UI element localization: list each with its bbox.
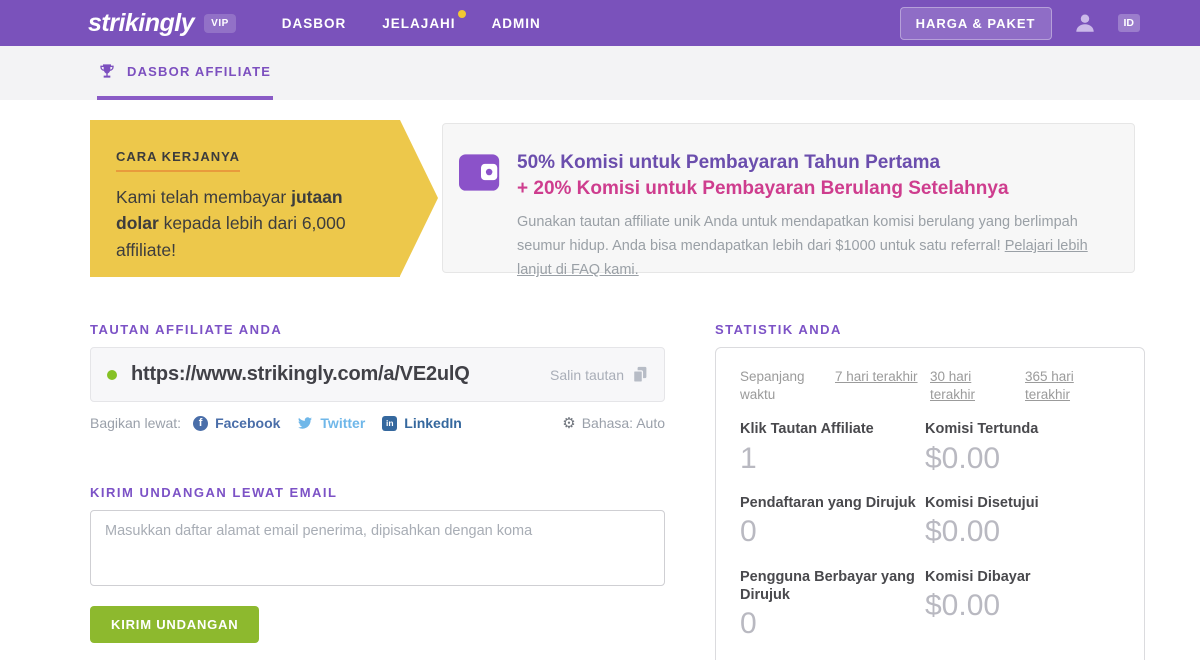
stat-referred-paid-users: Pengguna Berbayar yang Dirujuk 0: [740, 568, 925, 642]
copy-link-label: Salin tautan: [550, 366, 624, 383]
share-label: Bagikan lewat:: [90, 415, 182, 431]
copy-link-button[interactable]: Salin tautan: [550, 366, 648, 383]
affiliate-link-box: https://www.strikingly.com/a/VE2ulQ Sali…: [90, 347, 665, 402]
period-tab-all-time[interactable]: Sepanjang waktu: [740, 368, 827, 404]
stat-label: Pendaftaran yang Dirujuk: [740, 495, 916, 512]
user-icon[interactable]: [1074, 12, 1096, 34]
stat-referred-signups: Pendaftaran yang Dirujuk 0: [740, 494, 925, 550]
navbar-right: HARGA & PAKET ID: [899, 6, 1140, 40]
pricing-button[interactable]: HARGA & PAKET: [899, 6, 1052, 40]
right-column: STATISTIK ANDA Sepanjang waktu 7 hari te…: [715, 322, 1145, 660]
twitter-icon: [298, 417, 313, 429]
stat-label: Pengguna Berbayar yang Dirujuk: [740, 568, 915, 603]
stat-label: Komisi Dibayar: [925, 568, 1031, 585]
stat-approved-commission: Komisi Disetujui $0.00: [925, 494, 1120, 550]
share-row: Bagikan lewat: f Facebook Twitter in Lin…: [90, 415, 665, 431]
main-content: CARA KERJANYA Kami telah membayar jutaan…: [0, 100, 1200, 660]
period-tab-30-days[interactable]: 30 hari terakhir: [930, 368, 1017, 404]
stat-value: 0: [740, 606, 757, 640]
status-dot: [107, 369, 117, 380]
notification-dot: [457, 9, 466, 18]
facebook-icon: f: [193, 415, 209, 431]
language-setting[interactable]: ⚙ Bahasa: Auto: [562, 415, 665, 431]
stat-value: 1: [740, 441, 757, 475]
period-tab-7-days[interactable]: 7 hari terakhir: [835, 368, 922, 404]
nav-links: DASBOR JELAJAHI ADMIN: [282, 9, 541, 31]
left-column: TAUTAN AFFILIATE ANDA https://www.striki…: [90, 322, 665, 660]
promo-card: 50% Komisi untuk Pembayaran Tahun Pertam…: [442, 123, 1135, 278]
sub-navbar: DASBOR AFFILIATE: [0, 46, 1200, 100]
trophy-icon: [100, 64, 114, 78]
stat-link-clicks: Klik Tautan Affiliate 1: [740, 420, 925, 476]
how-it-works-row: CARA KERJANYA Kami telah membayar jutaan…: [90, 120, 1135, 278]
affiliate-link-title: TAUTAN AFFILIATE ANDA: [90, 322, 283, 337]
email-invite-title: KIRIM UNDANGAN LEWAT EMAIL: [90, 485, 338, 500]
affiliate-url: https://www.strikingly.com/a/VE2ulQ: [131, 363, 470, 385]
promo-heading-primary: 50% Komisi untuk Pembayaran Tahun Pertam…: [517, 152, 941, 173]
copy-icon: [632, 366, 647, 383]
stat-value: $0.00: [925, 515, 1001, 549]
stat-value: $0.00: [925, 588, 1001, 622]
tab-affiliate-dashboard[interactable]: DASBOR AFFILIATE: [97, 46, 274, 100]
tab-label: DASBOR AFFILIATE: [127, 63, 272, 79]
send-invite-button[interactable]: KIRIM UNDANGAN: [90, 606, 260, 643]
social-link-linkedin[interactable]: in LinkedIn: [382, 415, 462, 431]
stats-title: STATISTIK ANDA: [715, 322, 842, 337]
email-invite-section: KIRIM UNDANGAN LEWAT EMAIL KIRIM UNDANGA…: [90, 485, 665, 643]
gear-icon: ⚙: [562, 414, 576, 432]
how-it-works-banner: CARA KERJANYA Kami telah membayar jutaan…: [90, 120, 438, 277]
stat-value: $0.00: [925, 441, 1001, 475]
strikingly-logo[interactable]: strikingly: [88, 9, 195, 38]
promo-heading-secondary: + 20% Komisi untuk Pembayaran Berulang S…: [517, 177, 1009, 199]
stat-label: Komisi Tertunda: [925, 421, 1039, 438]
stats-grid: Klik Tautan Affiliate 1 Komisi Tertunda …: [740, 420, 1120, 641]
stat-paid-commission: Komisi Dibayar $0.00: [925, 568, 1120, 642]
social-link-facebook[interactable]: f Facebook: [193, 415, 280, 431]
banner-text: Kami telah membayar jutaan dolar kepada …: [116, 187, 346, 260]
social-link-twitter[interactable]: Twitter: [297, 415, 365, 431]
top-navbar: strikingly VIP DASBOR JELAJAHI ADMIN HAR…: [0, 0, 1200, 46]
stat-label: Klik Tautan Affiliate: [740, 421, 874, 438]
nav-item-jelajahi[interactable]: JELAJAHI: [382, 9, 466, 31]
banner-kicker: CARA KERJANYA: [116, 149, 241, 172]
locale-badge[interactable]: ID: [1117, 14, 1140, 32]
stat-pending-commission: Komisi Tertunda $0.00: [925, 420, 1120, 476]
promo-body: Gunakan tautan affiliate unik Anda untuk…: [517, 214, 1088, 279]
stat-label: Komisi Disetujui: [925, 495, 1039, 512]
columns-row: TAUTAN AFFILIATE ANDA https://www.striki…: [90, 322, 1145, 660]
vip-badge: VIP: [204, 13, 236, 33]
email-input[interactable]: [90, 510, 665, 586]
period-tabs: Sepanjang waktu 7 hari terakhir 30 hari …: [740, 368, 1120, 404]
stats-panel: Sepanjang waktu 7 hari terakhir 30 hari …: [715, 347, 1145, 660]
linkedin-icon: in: [382, 415, 398, 431]
wallet-icon: [459, 154, 500, 191]
promo-text: 50% Komisi untuk Pembayaran Tahun Pertam…: [517, 150, 1112, 278]
language-label: Bahasa: Auto: [581, 415, 665, 431]
stat-value: 0: [740, 515, 757, 549]
nav-item-dasbor[interactable]: DASBOR: [282, 16, 347, 31]
period-tab-365-days[interactable]: 365 hari terakhir: [1025, 368, 1112, 404]
nav-item-admin[interactable]: ADMIN: [492, 16, 541, 31]
